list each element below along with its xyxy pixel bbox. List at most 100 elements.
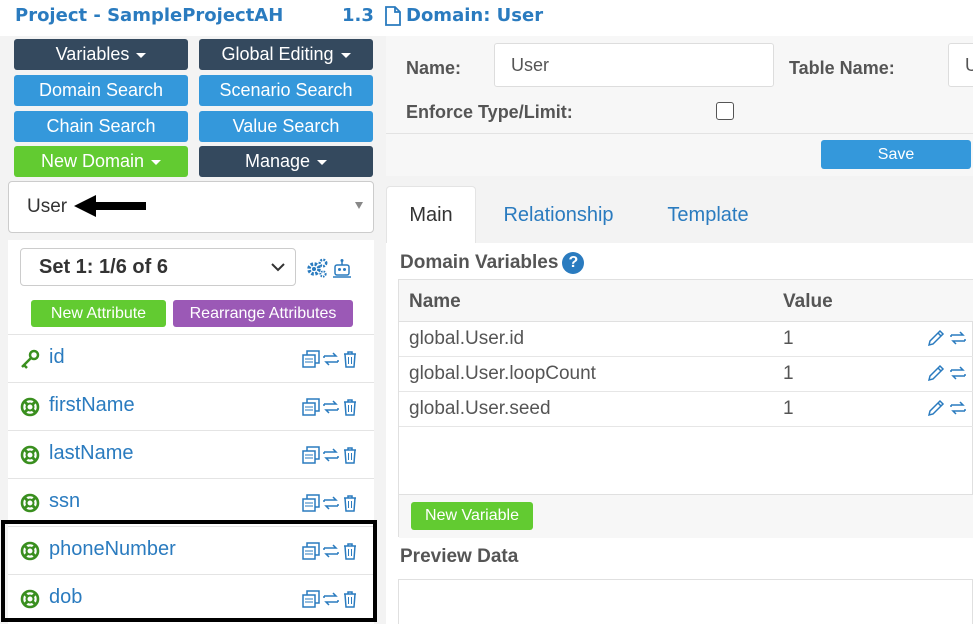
exchange-icon[interactable] (322, 446, 340, 464)
global-editing-button-label: Global Editing (221, 44, 334, 64)
column-header-value: Value (783, 291, 833, 312)
copy-icon[interactable] (302, 590, 320, 608)
exchange-icon[interactable] (949, 364, 967, 382)
trash-icon[interactable] (342, 494, 358, 512)
domain-search-button[interactable]: Domain Search (14, 75, 188, 106)
help-icon[interactable]: ? (562, 252, 585, 274)
dropdown-arrow-icon (355, 202, 363, 209)
variable-value: 1 (783, 398, 794, 419)
attribute-row[interactable]: id (8, 334, 374, 382)
variables-button[interactable]: Variables (14, 39, 188, 70)
variable-actions (927, 329, 967, 347)
copy-icon[interactable] (302, 398, 320, 416)
tab-relationship[interactable]: Relationship (486, 186, 631, 244)
lifebuoy-icon (20, 397, 40, 417)
exchange-icon[interactable] (322, 590, 340, 608)
robot-icon[interactable] (332, 258, 352, 278)
table-name-label: Table Name: (789, 58, 895, 78)
attribute-name[interactable]: id (49, 346, 65, 369)
project-title[interactable]: Project - SampleProjectAH (15, 5, 283, 26)
new-attribute-button[interactable]: New Attribute (31, 300, 166, 327)
enforce-type-checkbox[interactable] (716, 102, 734, 120)
copy-icon[interactable] (302, 494, 320, 512)
attribute-actions (302, 494, 358, 512)
top-bar: Project - SampleProjectAH 1.3 Domain: Us… (0, 0, 973, 36)
preview-data-heading: Preview Data (400, 546, 519, 567)
attribute-name[interactable]: phoneNumber (49, 538, 176, 561)
name-label: Name: (406, 58, 462, 78)
attribute-row[interactable]: ssn (8, 478, 374, 526)
new-variable-button[interactable]: New Variable (411, 502, 533, 530)
pencil-icon[interactable] (927, 329, 945, 347)
attribute-panel: Set 1: 1/6 of 6 New Attribute Rearrange … (8, 240, 374, 624)
trash-icon[interactable] (342, 398, 358, 416)
variable-name: global.User.loopCount (409, 363, 596, 384)
name-input[interactable]: User (494, 43, 774, 87)
variable-actions (927, 364, 967, 382)
attribute-row[interactable]: lastName (8, 430, 374, 478)
exchange-icon[interactable] (949, 399, 967, 417)
scenario-search-button[interactable]: Scenario Search (199, 75, 373, 106)
attribute-row[interactable]: phoneNumber (8, 526, 374, 574)
tab-content-main: Domain Variables ? Name Value global.Use… (386, 243, 973, 624)
attribute-actions (302, 446, 358, 464)
attribute-name[interactable]: lastName (49, 442, 133, 465)
set-select[interactable]: Set 1: 1/6 of 6 (20, 248, 296, 286)
global-editing-button[interactable]: Global Editing (199, 39, 373, 70)
new-domain-button-label: New Domain (40, 151, 145, 171)
save-button[interactable]: Save (821, 140, 971, 169)
arrow-left-icon (74, 195, 146, 217)
variable-name: global.User.seed (409, 398, 551, 419)
file-icon (385, 5, 401, 26)
table-row: global.User.id 1 (399, 322, 973, 357)
copy-icon[interactable] (302, 542, 320, 560)
exchange-icon[interactable] (949, 329, 967, 347)
domain-variables-heading: Domain Variables ? (400, 252, 585, 274)
trash-icon[interactable] (342, 350, 358, 368)
copy-icon[interactable] (302, 446, 320, 464)
copy-icon[interactable] (302, 350, 320, 368)
exchange-icon[interactable] (322, 398, 340, 416)
table-name-input[interactable]: User (948, 43, 973, 87)
pencil-icon[interactable] (927, 364, 945, 382)
attribute-actions (302, 542, 358, 560)
column-header-name: Name (409, 291, 461, 312)
caret-down-icon (317, 160, 328, 165)
attribute-name[interactable]: firstName (49, 394, 135, 417)
variable-name: global.User.id (409, 328, 525, 349)
attribute-name[interactable]: ssn (49, 490, 80, 513)
manage-button-label: Manage (244, 151, 311, 171)
preview-data-box (398, 579, 973, 624)
exchange-icon[interactable] (322, 494, 340, 512)
chain-search-button[interactable]: Chain Search (14, 111, 188, 142)
table-row: global.User.seed 1 (399, 392, 973, 427)
lifebuoy-icon (20, 589, 40, 609)
gears-icon[interactable] (306, 258, 328, 278)
value-search-button[interactable]: Value Search (199, 111, 373, 142)
set-icons (306, 258, 352, 278)
exchange-icon[interactable] (322, 350, 340, 368)
exchange-icon[interactable] (322, 542, 340, 560)
domain-variables-table: Name Value global.User.id 1 global.User.… (398, 279, 973, 538)
trash-icon[interactable] (342, 446, 358, 464)
manage-button[interactable]: Manage (199, 146, 373, 177)
tab-template[interactable]: Template (646, 186, 770, 244)
variables-button-label: Variables (55, 44, 130, 64)
trash-icon[interactable] (342, 542, 358, 560)
left-panel: Variables Global Editing Domain Search S… (0, 36, 384, 624)
new-domain-button[interactable]: New Domain (14, 146, 188, 177)
attribute-row[interactable]: firstName (8, 382, 374, 430)
pencil-icon[interactable] (927, 399, 945, 417)
domain-variables-title: Domain Variables (400, 252, 559, 273)
lifebuoy-icon (20, 493, 40, 513)
trash-icon[interactable] (342, 590, 358, 608)
chevron-down-icon (271, 263, 285, 272)
caret-down-icon (136, 53, 147, 58)
rearrange-attributes-button[interactable]: Rearrange Attributes (173, 300, 353, 327)
tab-main[interactable]: Main (386, 186, 476, 244)
attribute-row[interactable]: dob (8, 574, 374, 622)
domain-select[interactable]: User (8, 181, 374, 233)
table-header: Name Value (399, 280, 973, 322)
key-icon (21, 349, 40, 369)
attribute-name[interactable]: dob (49, 586, 82, 609)
